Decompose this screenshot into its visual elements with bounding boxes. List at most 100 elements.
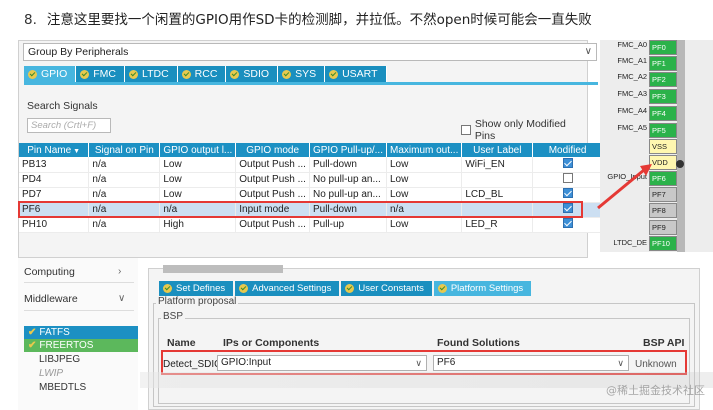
cell-pull: Pull-up [309, 217, 388, 233]
cell-pull: Pull-down [309, 157, 388, 173]
peripheral-tabs: GPIO FMC LTDC RCC SDIO SYS USART [24, 66, 387, 82]
cell-signal: n/a [88, 157, 161, 173]
checkbox-checked-icon[interactable] [562, 188, 573, 198]
tab-advanced-settings[interactable]: Advanced Settings [235, 281, 340, 296]
step-text: 注意这里要找一个闲置的GPIO用作SD卡的检测脚，并拉低。不然open时候可能会… [46, 12, 592, 28]
tree-item-freertos[interactable]: ✔ FREERTOS [24, 339, 138, 352]
tab-gpio[interactable]: GPIO [24, 66, 77, 82]
cell-mode: Output Push ... [235, 172, 310, 188]
check-icon [80, 69, 90, 79]
col-bsp-api: BSP API [643, 337, 685, 349]
table-header: Pin Name ▼ Signal on Pin GPIO output l...… [19, 143, 603, 157]
tab-label: LTDC [142, 68, 169, 80]
cell-label: LED_R [461, 217, 534, 233]
cell-pull: No pull-up an... [309, 187, 388, 203]
tab-underline [24, 82, 598, 85]
tab-label: USART [342, 68, 378, 80]
red-arrow-icon [597, 164, 652, 210]
checkbox-checked-icon[interactable] [562, 157, 573, 168]
table-row[interactable]: PB13 n/a Low Output Push ... Pull-down L… [19, 157, 603, 173]
category-middleware[interactable]: Middleware ∨ [24, 293, 134, 305]
cell-pull: No pull-up an... [309, 172, 388, 188]
tab-user-constants[interactable]: User Constants [341, 281, 432, 296]
cell-output: High [159, 217, 237, 233]
pin-pf0[interactable]: PF0 [649, 40, 677, 55]
table-row[interactable]: PD7 n/a Low Output Push ... No pull-up a… [19, 187, 603, 203]
category-computing[interactable]: Computing › [24, 266, 134, 278]
col-pin-name[interactable]: Pin Name ▼ [19, 143, 90, 157]
checkbox-icon[interactable] [461, 125, 471, 135]
tab-label: Advanced Settings [252, 283, 332, 294]
cell-pin: PB13 [19, 157, 90, 173]
tab-ltdc[interactable]: LTDC [125, 66, 178, 82]
check-icon [129, 69, 139, 79]
platform-proposal-legend: Platform proposal [156, 296, 239, 307]
tab-sdio[interactable]: SDIO [226, 66, 279, 82]
checkbox-icon[interactable] [562, 173, 573, 183]
tab-platform-settings[interactable]: Platform Settings [433, 281, 532, 296]
cell-signal: n/a [88, 172, 161, 188]
col-signal[interactable]: Signal on Pin [88, 143, 161, 157]
col-modified[interactable]: Modified [532, 143, 603, 157]
pin-pf9[interactable]: PF9 [649, 220, 677, 235]
tab-usart[interactable]: USART [325, 66, 387, 82]
tab-label: SDIO [243, 68, 270, 80]
cell-modified [532, 172, 603, 188]
table-row[interactable]: PH10 n/a High Output Push ... Pull-up Lo… [19, 217, 603, 233]
config-tabs: Set Defines Advanced Settings User Const… [159, 281, 533, 296]
col-gpio-output[interactable]: GPIO output l... [159, 143, 237, 157]
tab-label: FMC [93, 68, 117, 80]
col-ips: IPs or Components [223, 337, 320, 349]
tab-set-defines[interactable]: Set Defines [159, 281, 234, 296]
pin-pf2[interactable]: PF2 [649, 72, 677, 87]
group-by-select[interactable]: Group By Peripherals ∨ [23, 43, 597, 61]
cell-mode: Output Push ... [235, 157, 310, 173]
cell-label [461, 172, 534, 188]
table-row[interactable]: PD4 n/a Low Output Push ... No pull-up a… [19, 172, 603, 188]
pin-connector-dot [676, 160, 684, 168]
tab-fmc[interactable]: FMC [76, 66, 126, 82]
tree-item-lwip[interactable]: LWIP [24, 367, 138, 380]
tree-item-label: FREERTOS [39, 340, 94, 351]
checkbox-checked-icon[interactable] [562, 218, 573, 228]
panel-top-bar [163, 265, 283, 273]
check-icon [329, 69, 339, 79]
tree-item-fatfs[interactable]: ✔ FATFS [24, 326, 138, 339]
col-max-out[interactable]: Maximum out... [386, 143, 463, 157]
group-by-value: Group By Peripherals [28, 46, 129, 58]
cell-modified [532, 157, 603, 173]
col-pull[interactable]: GPIO Pull-up/... [309, 143, 388, 157]
chevron-right-icon: › [118, 266, 122, 277]
pin-pf4[interactable]: PF4 [649, 106, 677, 121]
pin-signal-label: FMC_A2 [617, 72, 647, 81]
bsp-legend: BSP [161, 311, 186, 322]
tree-item-libjpeg[interactable]: LIBJPEG [24, 353, 138, 366]
category-label: Middleware [24, 293, 78, 305]
check-icon: ✔ [28, 340, 37, 351]
cell-signal: n/a [88, 217, 161, 233]
tab-rcc[interactable]: RCC [177, 66, 227, 82]
col-gpio-mode[interactable]: GPIO mode [235, 143, 310, 157]
category-label: Computing [24, 266, 75, 278]
col-label: Pin Name [27, 144, 72, 156]
pin-pf3[interactable]: PF3 [649, 89, 677, 104]
tab-label: User Constants [358, 283, 424, 294]
check-icon [437, 284, 447, 293]
pin-pf10[interactable]: PF10 [649, 236, 677, 251]
check-icon [163, 284, 172, 293]
tree-item-mbedtls[interactable]: MBEDTLS [24, 381, 138, 394]
show-modified-label: Show only Modified Pins [474, 118, 566, 142]
tab-label: RCC [194, 68, 218, 80]
show-modified-toggle[interactable]: Show only Modified Pins [461, 118, 587, 142]
cell-output: Low [159, 157, 237, 173]
check-icon [28, 69, 37, 79]
check-icon [181, 69, 191, 79]
pin-pf1[interactable]: PF1 [649, 56, 677, 71]
pin-vss[interactable]: VSS [649, 139, 677, 154]
col-found: Found Solutions [437, 337, 520, 349]
pin-signal-label: FMC_A5 [617, 123, 647, 132]
search-input[interactable]: Search (Crtl+F) [27, 118, 111, 133]
col-user-label[interactable]: User Label [461, 143, 534, 157]
pin-pf5[interactable]: PF5 [649, 123, 677, 138]
tab-sys[interactable]: SYS [278, 66, 326, 82]
